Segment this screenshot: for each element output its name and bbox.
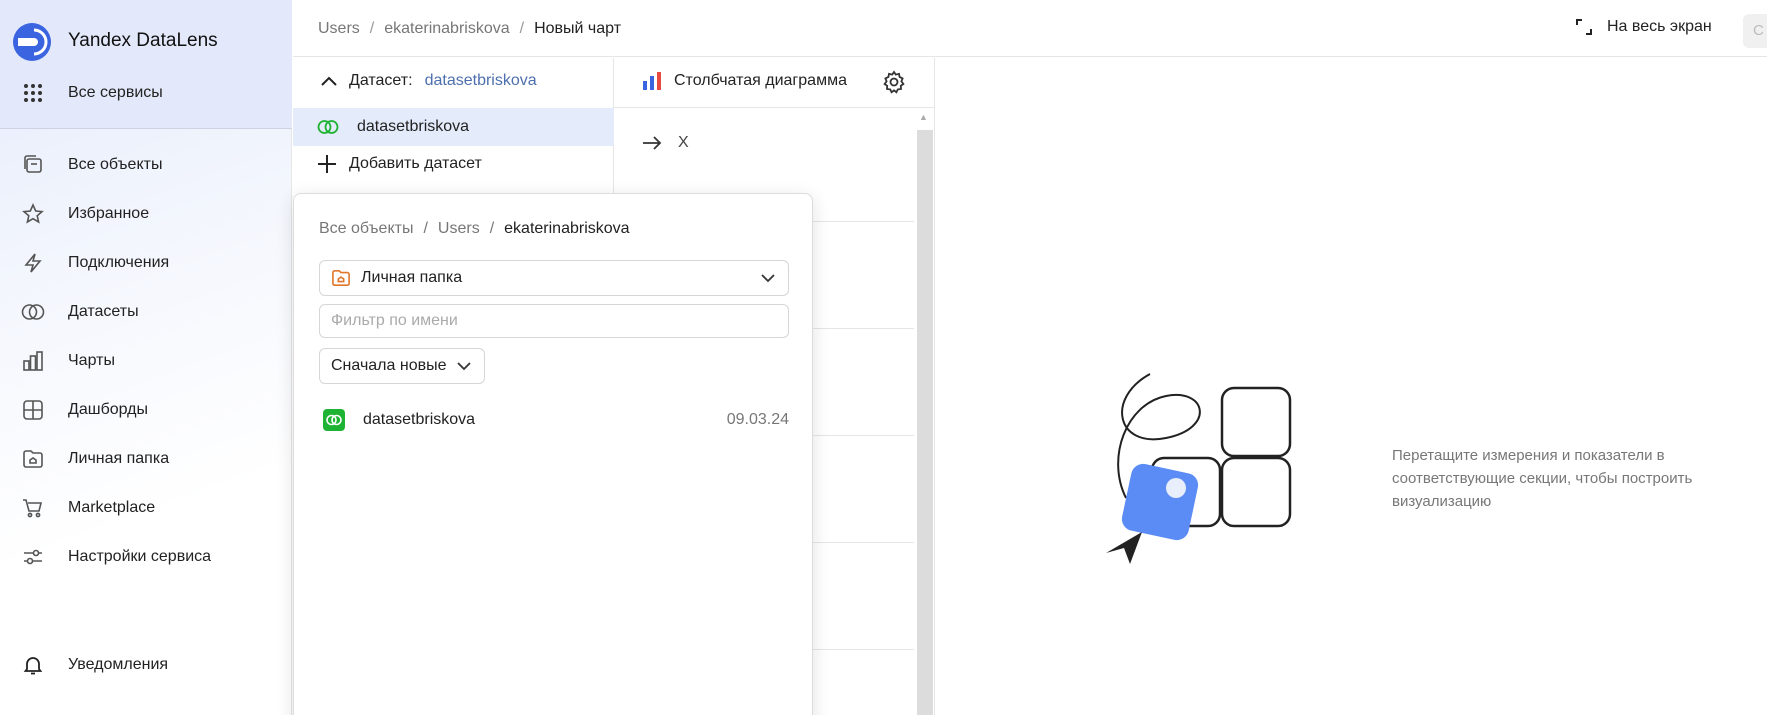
scrollbar[interactable] xyxy=(917,130,933,715)
gear-icon[interactable] xyxy=(882,70,906,94)
add-dataset-label: Добавить датасет xyxy=(349,155,482,172)
sidebar-item-label: Marketplace xyxy=(68,499,156,516)
breadcrumb-separator: / xyxy=(369,20,375,37)
fullscreen-button[interactable]: На весь экран xyxy=(1575,18,1712,36)
breadcrumb-current: Новый чарт xyxy=(534,20,622,37)
dataset-header[interactable]: Датасет: datasetbriskova xyxy=(321,72,537,90)
arrow-right-icon xyxy=(643,136,662,150)
sidebar-item-label: Подключения xyxy=(68,254,170,271)
lightning-icon xyxy=(20,250,46,276)
all-services-label: Все сервисы xyxy=(68,84,163,101)
datalens-logo-icon[interactable] xyxy=(12,22,52,62)
dashboard-grid-icon xyxy=(20,397,46,423)
sort-select[interactable]: Сначала новые xyxy=(319,348,486,384)
scroll-up-icon[interactable]: ▲ xyxy=(919,112,928,122)
expand-icon xyxy=(1576,19,1592,35)
section-x-label: X xyxy=(678,134,689,151)
sidebar-item-label: Личная папка xyxy=(68,450,170,467)
all-services-button[interactable]: Все сервисы xyxy=(20,80,163,106)
add-dataset-button[interactable]: Добавить датасет xyxy=(317,154,482,174)
bar-chart-color-icon xyxy=(643,72,661,90)
breadcrumb-item[interactable]: Все объекты xyxy=(319,220,413,238)
sliders-icon xyxy=(20,544,46,570)
personal-folder-icon xyxy=(332,269,350,287)
empty-state-illustration xyxy=(1106,373,1292,564)
star-icon xyxy=(20,201,46,227)
sidebar-item-label: Датасеты xyxy=(68,303,139,320)
sidebar-item-all-objects[interactable]: Все объекты xyxy=(20,148,280,182)
cart-icon xyxy=(20,495,46,521)
sidebar-header: Yandex DataLens Все сервисы xyxy=(0,0,292,129)
dataset-circles-icon xyxy=(20,299,46,325)
sidebar-item-charts[interactable]: Чарты xyxy=(20,344,280,378)
empty-state-hint: Перетащите измерения и показатели в соот… xyxy=(1392,447,1693,510)
folder-select-value: Личная папка xyxy=(361,269,463,286)
breadcrumb-item[interactable]: Users xyxy=(318,20,360,38)
chart-type-label: Столбчатая диаграмма xyxy=(674,72,847,89)
sidebar-item-personal-folder[interactable]: Личная папка xyxy=(20,442,280,476)
sidebar-item-service-settings[interactable]: Настройки сервиса xyxy=(20,540,280,574)
chart-canvas: Перетащите измерения и показатели в соот… xyxy=(936,58,1767,715)
list-item-date: 09.03.24 xyxy=(726,411,789,428)
grid-dots-icon xyxy=(20,80,46,106)
sidebar-item-label: Избранное xyxy=(68,205,150,222)
dataset-circles-icon xyxy=(317,120,339,134)
folders-icon xyxy=(20,152,46,178)
bell-icon xyxy=(20,652,46,678)
breadcrumb-current: ekaterinabriskova xyxy=(504,220,630,237)
dataset-name: datasetbriskova xyxy=(357,118,470,135)
chevron-down-icon xyxy=(457,362,472,371)
list-item-name: datasetbriskova xyxy=(363,411,476,428)
sidebar-item-label: Настройки сервиса xyxy=(68,548,212,565)
personal-folder-icon xyxy=(20,446,46,472)
divider xyxy=(614,107,935,108)
bar-chart-icon xyxy=(20,348,46,374)
dataset-label: Датасет: xyxy=(349,72,413,89)
chevron-up-icon xyxy=(321,76,337,86)
name-filter-input[interactable] xyxy=(319,304,789,338)
breadcrumb-separator: / xyxy=(489,220,495,237)
breadcrumb-item[interactable]: Users xyxy=(438,220,480,238)
folder-select[interactable]: Личная папка xyxy=(319,260,789,296)
dataset-picker-popup: Все объекты / Users / ekaterinabriskova … xyxy=(293,193,813,715)
fullscreen-label: На весь экран xyxy=(1607,18,1712,35)
sidebar-item-marketplace[interactable]: Marketplace xyxy=(20,491,280,525)
brand-name[interactable]: Yandex DataLens xyxy=(68,30,218,52)
sidebar-item-label: Чарты xyxy=(68,352,115,369)
breadcrumb-separator: / xyxy=(423,220,428,237)
sidebar-item-label: Все объекты xyxy=(68,156,163,173)
save-button[interactable]: С xyxy=(1743,14,1767,48)
dataset-value: datasetbriskova xyxy=(424,72,537,89)
sidebar-item-dashboards[interactable]: Дашборды xyxy=(20,393,280,427)
sidebar-item-label: Дашборды xyxy=(68,401,148,418)
sidebar: Yandex DataLens Все сервисы Все объекты xyxy=(0,0,292,715)
sort-select-value: Сначала новые xyxy=(331,357,447,374)
popup-breadcrumb: Все объекты / Users / ekaterinabriskova xyxy=(319,220,630,238)
chevron-down-icon xyxy=(761,274,775,283)
notifications-label: Уведомления xyxy=(68,656,169,673)
breadcrumb: Users / ekaterinabriskova / Новый чарт xyxy=(318,20,621,38)
breadcrumb-item[interactable]: ekaterinabriskova xyxy=(384,20,509,38)
chart-type-selector[interactable]: Столбчатая диаграмма xyxy=(642,72,847,90)
list-item[interactable]: datasetbriskova 09.03.24 xyxy=(319,406,789,434)
sidebar-item-connections[interactable]: Подключения xyxy=(20,246,280,280)
breadcrumb-separator: / xyxy=(519,20,525,37)
notifications-button[interactable]: Уведомления xyxy=(20,648,280,682)
sidebar-item-datasets[interactable]: Датасеты xyxy=(20,295,280,329)
plus-icon xyxy=(318,155,336,173)
section-x[interactable]: X xyxy=(642,134,689,152)
dataset-circles-icon xyxy=(323,409,345,431)
sidebar-item-favorites[interactable]: Избранное xyxy=(20,197,280,231)
dataset-list-item[interactable]: datasetbriskova xyxy=(293,108,614,146)
top-header: Users / ekaterinabriskova / Новый чарт Н… xyxy=(293,0,1767,57)
